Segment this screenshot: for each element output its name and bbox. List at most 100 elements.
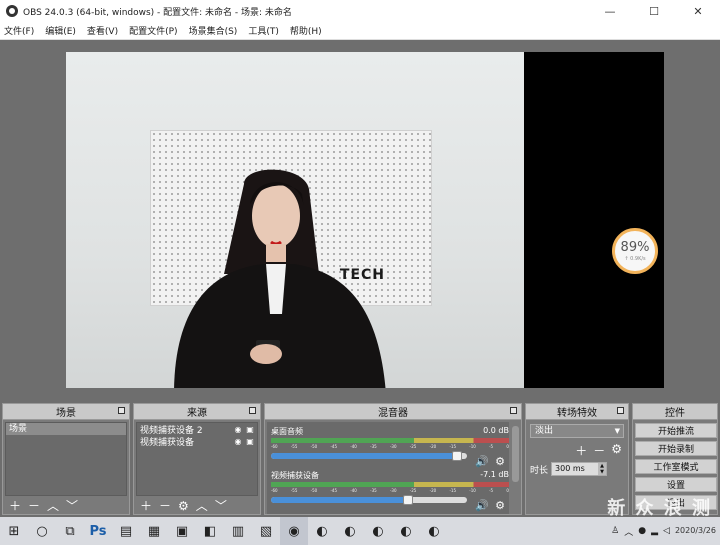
network-icon[interactable]: ▂ [651, 526, 658, 536]
app-icon[interactable]: ▥ [224, 517, 252, 545]
date-text: 2020/3/26 [674, 526, 716, 535]
volume-slider[interactable] [271, 451, 467, 461]
add-icon[interactable]: ＋ [9, 497, 21, 514]
person-figure [174, 169, 386, 388]
mixer-tracks: 桌面音频 0.0 dB -60 -55 -50 -45 -40 -35 -30 -25 -20-… [267, 422, 509, 514]
transitions-dock-header: 转场特效 [526, 404, 628, 420]
menu-file[interactable]: 文件(F) [4, 24, 34, 37]
chevron-down-icon: ▼ [614, 427, 620, 435]
transition-selected: 淡出 [535, 426, 554, 436]
folder-icon[interactable]: ▧ [252, 517, 280, 545]
sources-dock: 来源 视频捕获设备 2 ◉ ▣ 视频捕获设备 ◉ ▣ ＋ － ⚙ ︿ ﹀ [133, 403, 261, 515]
remove-icon[interactable]: － [593, 442, 605, 459]
obs-window: OBS 24.0.3 (64-bit, windows) - 配置文件: 未命名… [0, 0, 720, 545]
windows-start-icon[interactable]: ⊞ [0, 517, 28, 545]
undock-icon[interactable] [249, 407, 256, 414]
duration-input[interactable]: 300 ms ▲ ▼ [551, 462, 608, 476]
list-item[interactable]: 视频捕获设备 ◉ ▣ [137, 435, 257, 448]
gear-icon[interactable]: ⚙ [178, 499, 189, 513]
remove-icon[interactable]: － [159, 497, 171, 514]
app-icon[interactable]: ▤ [112, 517, 140, 545]
menu-bar: 文件(F) 编辑(E) 查看(V) 配置文件(P) 场景集合(S) 工具(T) … [0, 22, 720, 40]
menu-help[interactable]: 帮助(H) [290, 24, 322, 37]
gauge-speed: ↑ 0.9K/s [624, 256, 646, 262]
studio-mode-button[interactable]: 工作室模式 [635, 459, 717, 474]
undock-icon[interactable] [118, 407, 125, 414]
start-streaming-button[interactable]: 开始推流 [635, 423, 717, 438]
gauge-percent: 89% [620, 240, 650, 255]
menu-edit[interactable]: 编辑(E) [45, 24, 76, 37]
settings-button[interactable]: 设置 [635, 477, 717, 492]
obs-taskbar-icon[interactable]: ◉ [280, 517, 308, 545]
gear-icon[interactable]: ⚙ [495, 499, 505, 512]
meter-ticks: -60 -55 -50 -45 -40 -35 -30 -25 -20 -15 -10 -5 0 [271, 444, 509, 449]
add-icon[interactable]: ＋ [140, 497, 152, 514]
chevron-up-icon[interactable]: ︿ [624, 525, 633, 538]
app-icon[interactable]: ◐ [364, 517, 392, 545]
mixer-dock: 混音器 桌面音频 0.0 dB -60 -55 -50 -45 -40 -35 -30 -25… [264, 403, 522, 515]
audio-track: 桌面音频 0.0 dB -60 -55 -50 -45 -40 -35 -30 -25 -20-… [271, 426, 509, 468]
list-item[interactable]: 场景 [6, 423, 126, 435]
app-icon[interactable]: ◐ [420, 517, 448, 545]
track-name: 视频捕获设备 [271, 471, 319, 480]
app-icon[interactable]: ◐ [392, 517, 420, 545]
sources-dock-title: 来源 [187, 408, 207, 419]
menu-scene-collection[interactable]: 场景集合(S) [189, 24, 238, 37]
app-icon[interactable]: ◐ [308, 517, 336, 545]
controls-dock-title: 控件 [665, 408, 685, 419]
clock[interactable]: 2020/3/26 [675, 526, 716, 536]
speaker-icon[interactable]: 🔊 [475, 499, 489, 512]
lock-icon[interactable]: ▣ [245, 437, 255, 446]
menu-tools[interactable]: 工具(T) [248, 24, 279, 37]
spinner-icon[interactable]: ▲ ▼ [598, 463, 607, 475]
gear-icon[interactable]: ⚙ [611, 442, 622, 459]
speaker-icon[interactable]: ◁ [663, 526, 670, 536]
volume-slider[interactable] [271, 495, 467, 505]
move-up-icon[interactable]: ︿ [47, 497, 59, 514]
app-icon[interactable]: ◐ [336, 517, 364, 545]
people-icon[interactable]: ♙ [611, 526, 619, 536]
close-button[interactable]: ✕ [676, 0, 720, 22]
speaker-icon[interactable]: 🔊 [475, 455, 489, 468]
app-icon[interactable]: ▦ [140, 517, 168, 545]
minimize-button[interactable]: — [588, 0, 632, 22]
maximize-button[interactable]: ☐ [632, 0, 676, 22]
mixer-scrollbar[interactable] [512, 426, 519, 482]
level-meter [271, 482, 509, 487]
menu-profile[interactable]: 配置文件(P) [129, 24, 177, 37]
eye-icon[interactable]: ◉ [233, 437, 243, 446]
gear-icon[interactable]: ⚙ [495, 455, 505, 468]
window-controls: — ☐ ✕ [588, 0, 720, 22]
undock-icon[interactable] [617, 407, 624, 414]
sources-list[interactable]: 视频捕获设备 2 ◉ ▣ 视频捕获设备 ◉ ▣ [136, 422, 258, 496]
preview-area[interactable]: TECH 89% ↑ 0.9K/s [0, 40, 720, 400]
eye-icon[interactable]: ◉ [233, 425, 243, 434]
photoshop-icon[interactable]: Ps [84, 517, 112, 545]
move-down-icon[interactable]: ﹀ [215, 497, 227, 514]
system-tray: ♙ ︿ ● ▂ ◁ 2020/3/26 [611, 525, 720, 538]
controls-dock-header: 控件 [633, 404, 717, 420]
track-level: 0.0 dB [483, 426, 509, 435]
remove-icon[interactable]: － [28, 497, 40, 514]
list-item[interactable]: 视频捕获设备 2 ◉ ▣ [137, 423, 257, 436]
transition-select[interactable]: 淡出 ▼ [530, 424, 624, 438]
camera-preview[interactable]: TECH [66, 52, 524, 388]
add-icon[interactable]: ＋ [575, 442, 587, 459]
undock-icon[interactable] [510, 407, 517, 414]
start-recording-button[interactable]: 开始录制 [635, 441, 717, 456]
lock-icon[interactable]: ▣ [245, 425, 255, 434]
task-view-icon[interactable]: ⧉ [56, 517, 84, 545]
windows-taskbar: ⊞ ○ ⧉ Ps ▤ ▦ ▣ ◧ ▥ ▧ ◉ ◐ ◐ ◐ ◐ ◐ ♙ ︿ ● ▂… [0, 517, 720, 545]
transitions-dock-title: 转场特效 [557, 408, 597, 419]
move-up-icon[interactable]: ︿ [196, 497, 208, 514]
cortana-icon[interactable]: ○ [28, 517, 56, 545]
duration-label: 时长 [530, 465, 549, 476]
menu-view[interactable]: 查看(V) [87, 24, 118, 37]
tray-app-icon[interactable]: ● [638, 526, 646, 536]
scenes-list[interactable]: 场景 [5, 422, 127, 496]
app-icon[interactable]: ▣ [168, 517, 196, 545]
app-icon[interactable]: ◧ [196, 517, 224, 545]
source-name: 视频捕获设备 [140, 437, 195, 448]
move-down-icon[interactable]: ﹀ [66, 497, 78, 514]
black-overlay-panel: 89% ↑ 0.9K/s [524, 52, 664, 388]
